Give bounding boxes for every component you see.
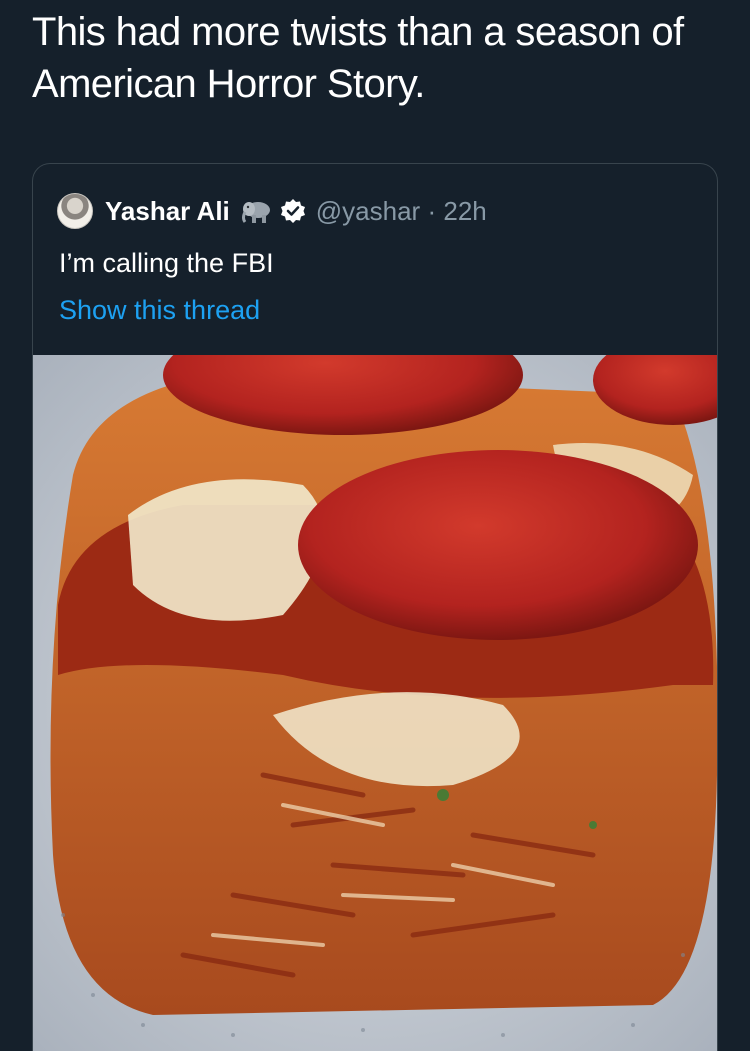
elephant-icon <box>240 198 274 224</box>
author-name[interactable]: Yashar Ali <box>105 196 230 227</box>
tweet-screen: This had more twists than a season of Am… <box>0 0 750 1051</box>
tweet-text: This had more twists than a season of Am… <box>32 10 684 106</box>
handle-and-time[interactable]: @yashar · 22h <box>316 196 487 227</box>
quoted-tweet-body: I’m calling the FBI <box>59 248 274 278</box>
quoted-tweet-header: Yashar Ali @yashar · 22h <box>57 192 487 230</box>
separator-dot: · <box>427 195 437 226</box>
verified-badge-icon <box>280 198 306 224</box>
avatar[interactable] <box>57 193 93 229</box>
tweet-time: 22h <box>443 195 487 226</box>
food-photo[interactable] <box>33 355 717 1051</box>
show-thread-link[interactable]: Show this thread <box>59 295 260 326</box>
food-photo-illustration <box>33 355 717 1051</box>
author-handle: @yashar <box>315 195 421 226</box>
quoted-tweet-card[interactable]: Yashar Ali @yashar · 22h I’m calling the… <box>32 163 718 1051</box>
